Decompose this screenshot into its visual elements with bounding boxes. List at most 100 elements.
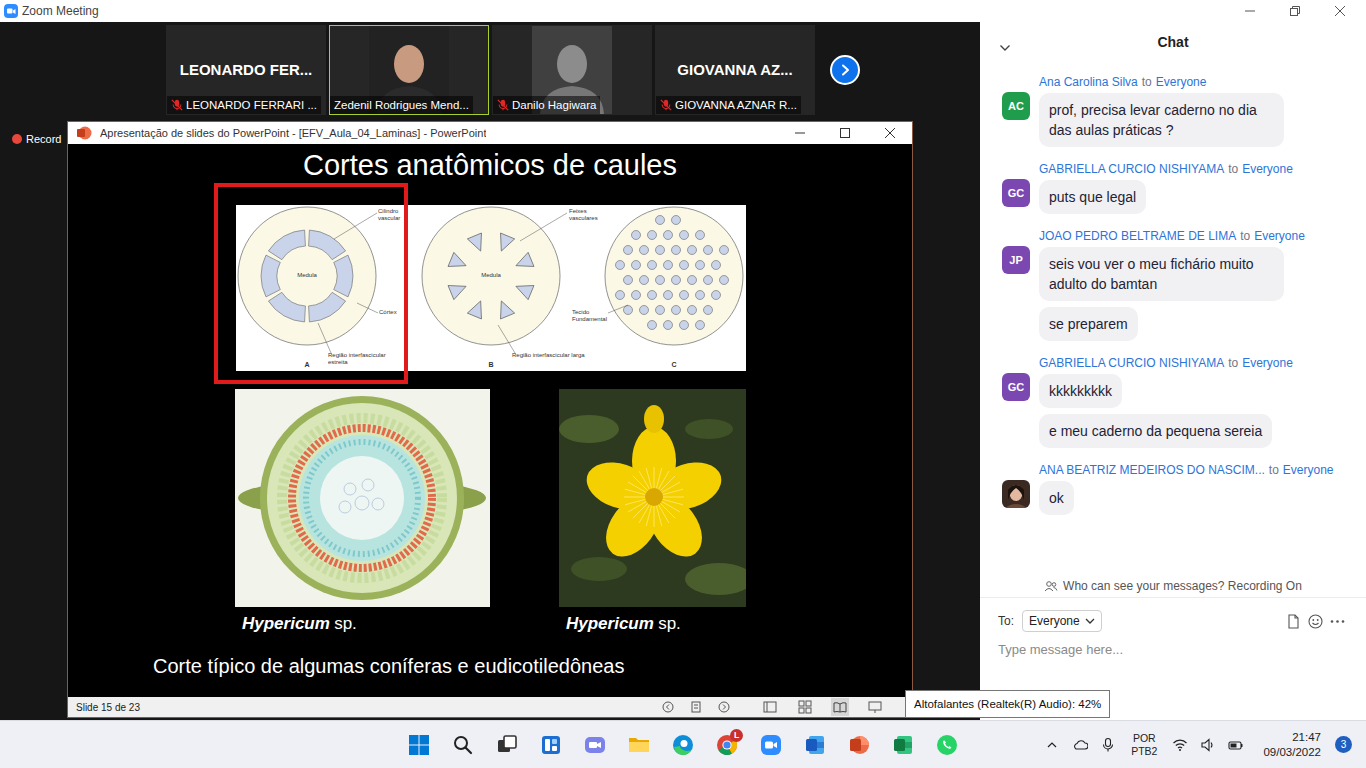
volume-button[interactable] bbox=[1197, 734, 1219, 756]
next-page-button[interactable] bbox=[830, 55, 860, 85]
menu-button[interactable] bbox=[687, 698, 705, 716]
edge-button[interactable] bbox=[663, 725, 703, 765]
participant-tile[interactable]: LEONARDO FER...LEONARDO FERRARI ... bbox=[166, 25, 326, 115]
close-button[interactable] bbox=[867, 122, 912, 144]
powerpoint-button[interactable] bbox=[839, 725, 879, 765]
message-bubbles: kkkkkkkkke meu caderno da pequena sereia bbox=[1039, 374, 1348, 448]
chat-message: ANA BEATRIZ MEDEIROS DO NASCIM...toEvery… bbox=[1002, 462, 1348, 515]
chat-title: Chat bbox=[1157, 32, 1188, 53]
message-body: GABRIELLA CURCIO NISHIYAMAtoEveryoneputs… bbox=[1039, 161, 1348, 214]
diagram-panel bbox=[422, 207, 560, 345]
sender-avatar: GC bbox=[1002, 179, 1030, 207]
excel-button[interactable] bbox=[883, 725, 923, 765]
to-word: to bbox=[1240, 229, 1250, 243]
message-recipient: Everyone bbox=[1254, 229, 1305, 243]
photo-caption: Hypericumsp. bbox=[235, 613, 490, 635]
to-label: To: bbox=[998, 612, 1014, 630]
avatar-initials: GC bbox=[1008, 185, 1025, 202]
to-word: to bbox=[1269, 463, 1279, 477]
collapse-button[interactable] bbox=[999, 37, 1011, 61]
chat-message: JPJOAO PEDRO BELTRAME DE LIMAtoEveryones… bbox=[1002, 228, 1348, 341]
diagram-panel bbox=[605, 207, 743, 345]
teams-chat-button[interactable] bbox=[575, 725, 615, 765]
battery-icon bbox=[1228, 737, 1244, 753]
caption-suffix: sp. bbox=[658, 614, 681, 633]
message-header: JOAO PEDRO BELTRAME DE LIMAtoEveryone bbox=[1039, 228, 1348, 244]
chevron-down-icon bbox=[999, 42, 1011, 54]
privacy-notice[interactable]: Who can see your messages? Recording On bbox=[980, 575, 1366, 597]
wifi-button[interactable] bbox=[1169, 734, 1191, 756]
restore-icon bbox=[1290, 6, 1300, 16]
emoji-icon bbox=[1308, 614, 1323, 629]
file-icon bbox=[1286, 614, 1301, 629]
participant-tile[interactable]: Zedenil Rodrigues Mend... bbox=[329, 25, 489, 115]
maximize-button[interactable] bbox=[822, 122, 867, 144]
edge-icon bbox=[671, 733, 695, 757]
diagram-panel bbox=[238, 207, 376, 345]
message-bubbles: ok bbox=[1039, 481, 1348, 515]
file-explorer-button[interactable] bbox=[619, 725, 659, 765]
word-button[interactable] bbox=[795, 725, 835, 765]
word-icon bbox=[803, 733, 827, 757]
clock[interactable]: 21:4709/03/2022 bbox=[1263, 730, 1321, 760]
slideshow-window: Apresentação de slides do PowerPoint - [… bbox=[67, 121, 913, 718]
microphone-button[interactable] bbox=[1097, 734, 1119, 756]
minimize-button[interactable] bbox=[1227, 0, 1272, 22]
microphone-icon bbox=[1100, 737, 1116, 753]
widgets-icon bbox=[539, 733, 563, 757]
hidden-icons-button[interactable] bbox=[1041, 734, 1063, 756]
normal-view-button[interactable] bbox=[761, 698, 779, 716]
sorter-view-button[interactable] bbox=[796, 698, 814, 716]
onedrive-button[interactable] bbox=[1069, 734, 1091, 756]
avatar-initials: GC bbox=[1008, 379, 1025, 396]
powerpoint-icon bbox=[76, 125, 92, 141]
message-bubbles: puts que legal bbox=[1039, 180, 1348, 214]
message-recipient: Everyone bbox=[1242, 162, 1293, 176]
next-button[interactable] bbox=[715, 698, 733, 716]
avatar-initials: JP bbox=[1009, 252, 1022, 269]
chat-message: GCGABRIELLA CURCIO NISHIYAMAtoEveryonekk… bbox=[1002, 355, 1348, 448]
file-button[interactable] bbox=[1282, 610, 1304, 632]
next-icon bbox=[718, 701, 730, 713]
participant-tile[interactable]: Danilo Hagiwara bbox=[492, 25, 652, 115]
chrome-button[interactable]: L bbox=[707, 725, 747, 765]
muted-mic-icon bbox=[497, 99, 509, 111]
whatsapp-button[interactable] bbox=[927, 725, 967, 765]
message-bubble: prof, precisa levar caderno no dia das a… bbox=[1039, 93, 1284, 147]
avatar-fill: JP bbox=[1002, 246, 1030, 274]
avatar-fill: GC bbox=[1002, 373, 1030, 401]
restore-button[interactable] bbox=[1272, 0, 1317, 22]
widgets-button[interactable] bbox=[531, 725, 571, 765]
input-language[interactable]: PORPTB2 bbox=[1131, 732, 1157, 758]
participant-label-text: Danilo Hagiwara bbox=[512, 97, 596, 113]
avatar-fill: AC bbox=[1002, 92, 1030, 120]
recipient-dropdown[interactable]: Everyone bbox=[1022, 610, 1102, 632]
keyboard-layout: PTB2 bbox=[1131, 745, 1157, 758]
slideshow-button[interactable] bbox=[866, 698, 884, 716]
previous-button[interactable] bbox=[659, 698, 677, 716]
reading-view-button[interactable] bbox=[831, 698, 849, 716]
slideshow-window-controls bbox=[777, 122, 912, 144]
message-header: ANA BEATRIZ MEDEIROS DO NASCIM...toEvery… bbox=[1039, 462, 1348, 478]
slideshow-title: Apresentação de slides do PowerPoint - [… bbox=[100, 125, 486, 142]
task-view-button[interactable] bbox=[487, 725, 527, 765]
to-word: to bbox=[1228, 356, 1238, 370]
participant-name: LEONARDO FER... bbox=[180, 59, 313, 82]
participant-tile[interactable]: GIOVANNA AZ...GIOVANNA AZNAR R... bbox=[655, 25, 815, 115]
caret-down-icon bbox=[1085, 616, 1095, 626]
start-button[interactable] bbox=[399, 725, 439, 765]
muted-mic-icon bbox=[171, 99, 183, 111]
message-bubbles: seis vou ver o meu fichário muito adulto… bbox=[1039, 247, 1348, 341]
minimize-icon bbox=[795, 128, 805, 138]
diagram-letter: A bbox=[302, 360, 312, 371]
zoom-button[interactable] bbox=[751, 725, 791, 765]
chevron-up-icon bbox=[1046, 739, 1058, 751]
close-button[interactable] bbox=[1317, 0, 1362, 22]
minimize-button[interactable] bbox=[777, 122, 822, 144]
search-button[interactable] bbox=[443, 725, 483, 765]
sender-name: GABRIELLA CURCIO NISHIYAMA bbox=[1039, 356, 1224, 370]
more-button[interactable] bbox=[1326, 610, 1348, 632]
more-icon bbox=[1330, 614, 1345, 629]
battery-button[interactable] bbox=[1225, 734, 1247, 756]
emoji-button[interactable] bbox=[1304, 610, 1326, 632]
